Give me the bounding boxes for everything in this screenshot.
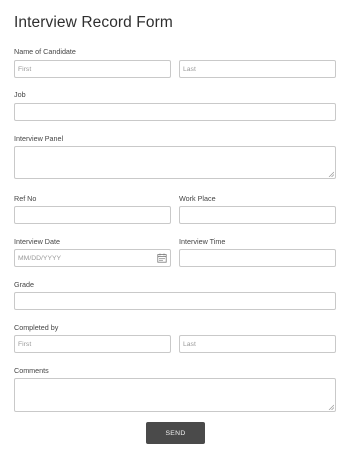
interview-time-input[interactable] [179,249,336,267]
comments-label: Comments [14,366,49,375]
name-of-candidate-label: Name of Candidate [14,47,76,56]
completed-by-last-name-input[interactable]: Last [179,335,336,353]
interview-record-form: Interview Record Form Name of Candidate … [0,0,350,459]
interview-panel-label: Interview Panel [14,134,64,143]
ref-no-label: Ref No [14,194,37,203]
send-button[interactable]: SEND [146,422,205,444]
interview-time-label: Interview Time [179,237,226,246]
interview-date-input[interactable]: MM/DD/YYYY [14,249,171,267]
grade-label: Grade [14,280,34,289]
resize-handle-icon[interactable] [328,171,334,177]
interview-panel-textarea[interactable] [14,146,336,179]
work-place-label: Work Place [179,194,216,203]
completed-by-label: Completed by [14,323,59,332]
grade-input[interactable] [14,292,336,310]
ref-no-input[interactable] [14,206,171,224]
job-input[interactable] [14,103,336,121]
comments-textarea[interactable] [14,378,336,412]
completed-by-first-name-input[interactable]: First [14,335,171,353]
calendar-icon[interactable] [157,253,167,263]
candidate-last-name-input[interactable]: Last [179,60,336,78]
form-title: Interview Record Form [14,14,173,31]
interview-date-label: Interview Date [14,237,60,246]
job-label: Job [14,90,26,99]
resize-handle-icon[interactable] [328,404,334,410]
candidate-first-name-input[interactable]: First [14,60,171,78]
work-place-input[interactable] [179,206,336,224]
interview-date-placeholder: MM/DD/YYYY [18,254,62,262]
